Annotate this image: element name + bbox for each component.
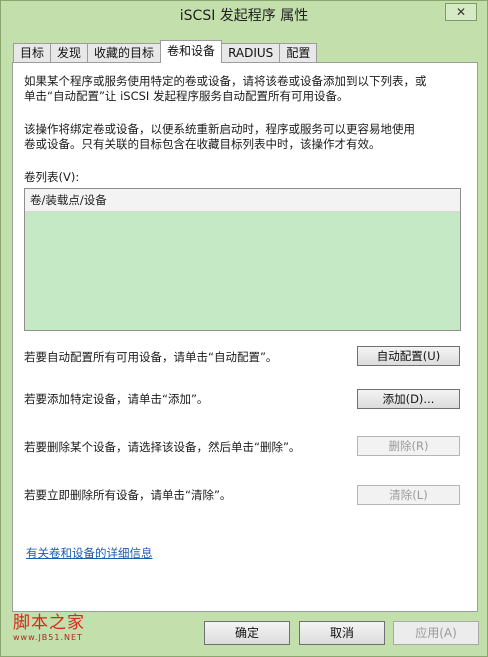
clear-button[interactable]: 清除(L): [357, 485, 460, 505]
watermark-text: 脚本之家: [13, 613, 85, 633]
volume-list-column-header[interactable]: 卷/装载点/设备: [25, 189, 460, 212]
tab-volumes-devices[interactable]: 卷和设备: [160, 40, 223, 63]
tab-favorite-targets[interactable]: 收藏的目标: [87, 43, 162, 63]
tab-radius[interactable]: RADIUS: [221, 43, 281, 63]
volume-list-label: 卷列表(V):: [24, 170, 80, 184]
ok-button[interactable]: 确定: [204, 621, 290, 645]
add-hint: 若要添加特定设备，请单击“添加”。: [24, 392, 209, 406]
tab-targets[interactable]: 目标: [13, 43, 52, 63]
add-button[interactable]: 添加(D)...: [357, 389, 460, 409]
description-binding: 该操作将绑定卷或设备，以便系统重新启动时，程序或服务可以更容易地使用 卷或设备。…: [24, 122, 415, 151]
close-button[interactable]: ✕: [445, 3, 477, 21]
auto-configure-hint: 若要自动配置所有可用设备，请单击“自动配置”。: [24, 350, 278, 364]
remove-hint: 若要删除某个设备，请选择该设备，然后单击“删除”。: [24, 440, 301, 454]
dialog-window: iSCSI 发起程序 属性 ✕ 目标 发现 收藏的目标 卷和设备 RADIUS …: [0, 0, 488, 657]
cancel-button[interactable]: 取消: [299, 621, 385, 645]
tab-discovery[interactable]: 发现: [50, 43, 89, 63]
apply-button[interactable]: 应用(A): [393, 621, 479, 645]
remove-button[interactable]: 删除(R): [357, 436, 460, 456]
tab-panel: 如果某个程序或服务使用特定的卷或设备，请将该卷或设备添加到以下列表，或 单击“自…: [12, 62, 478, 612]
clear-hint: 若要立即删除所有设备，请单击“清除”。: [24, 488, 232, 502]
tab-configuration[interactable]: 配置: [279, 43, 318, 63]
auto-configure-button[interactable]: 自动配置(U): [357, 346, 460, 366]
description-autoconfig: 如果某个程序或服务使用特定的卷或设备，请将该卷或设备添加到以下列表，或 单击“自…: [24, 74, 427, 103]
watermark-logo: 脚本之家 www.JB51.NET: [13, 613, 103, 643]
watermark-url: www.JB51.NET: [13, 633, 83, 642]
window-title: iSCSI 发起程序 属性: [179, 8, 309, 24]
volume-list[interactable]: 卷/装载点/设备: [24, 188, 461, 331]
close-icon: ✕: [455, 5, 467, 19]
tab-strip: 目标 发现 收藏的目标 卷和设备 RADIUS 配置: [13, 40, 318, 63]
volumes-devices-help-link[interactable]: 有关卷和设备的详细信息: [26, 545, 153, 561]
